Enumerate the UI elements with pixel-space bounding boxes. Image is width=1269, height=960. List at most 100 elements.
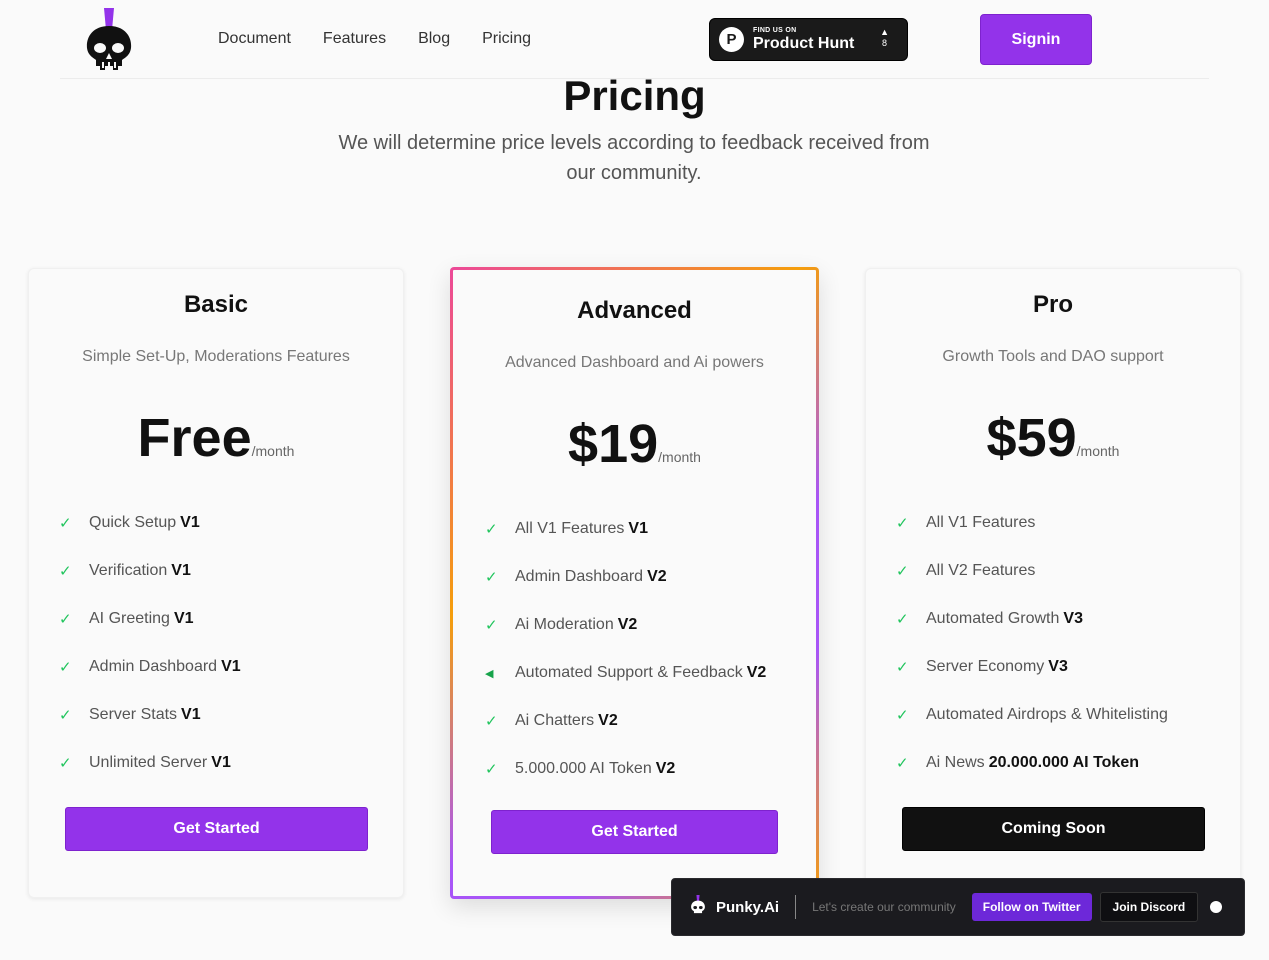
plan-name: Pro bbox=[1032, 291, 1073, 318]
feature-text: Admin Dashboard bbox=[515, 568, 644, 585]
get-started-button[interactable]: Get Started bbox=[65, 807, 368, 851]
nav-document-link[interactable]: Document bbox=[218, 30, 291, 48]
plan-price: $19/month bbox=[453, 413, 816, 475]
feature-item: ✓ Admin Dashboard V1 bbox=[59, 643, 241, 691]
community-bar: Punky.Ai Let's create our community Foll… bbox=[671, 878, 1245, 936]
check-icon: ✓ bbox=[59, 755, 72, 772]
plan-price: Free/month bbox=[29, 407, 403, 469]
feature-item: ◀ Automated Support & Feedback V2 bbox=[485, 649, 766, 697]
check-icon: ✓ bbox=[485, 761, 498, 778]
feature-version: V2 bbox=[617, 616, 638, 633]
community-divider bbox=[795, 895, 797, 919]
feature-text: Ai Chatters bbox=[515, 712, 595, 729]
feature-item: ✓ Admin Dashboard V2 bbox=[485, 553, 766, 601]
feature-text: All V1 Features bbox=[515, 520, 625, 537]
check-icon: ✓ bbox=[485, 713, 498, 730]
producthunt-small-label: FIND US ON bbox=[753, 27, 797, 34]
feature-text: Verification bbox=[89, 562, 168, 579]
feature-item: ✓ Ai Chatters V2 bbox=[485, 697, 766, 745]
feature-text: All V1 Features bbox=[926, 514, 1036, 531]
check-icon: ✓ bbox=[59, 515, 72, 532]
feature-version: V1 bbox=[173, 610, 194, 627]
feature-version: V1 bbox=[171, 562, 191, 579]
producthunt-text: FIND US ON Product Hunt bbox=[753, 27, 854, 52]
punk-skull-logo-icon[interactable] bbox=[84, 8, 134, 72]
check-icon: ✓ bbox=[896, 563, 909, 580]
feature-text: Admin Dashboard bbox=[89, 658, 218, 675]
feature-version: 20.000.000 AI Token bbox=[988, 754, 1139, 771]
feature-version: V3 bbox=[1063, 610, 1083, 627]
feature-text: All V2 Features bbox=[926, 562, 1036, 579]
feature-version: V1 bbox=[181, 706, 201, 723]
feature-text: 5.000.000 AI Token bbox=[515, 760, 652, 777]
check-icon: ✓ bbox=[485, 617, 498, 634]
feature-version: V3 bbox=[1048, 658, 1068, 675]
page-title: Pricing bbox=[563, 72, 706, 119]
check-icon: ✓ bbox=[896, 515, 909, 532]
check-icon: ✓ bbox=[896, 755, 909, 772]
signin-button[interactable]: Signin bbox=[980, 14, 1092, 65]
price-amount: $59 bbox=[986, 408, 1077, 468]
feature-item: ✓ Verification V1 bbox=[59, 547, 241, 595]
plan-description: Simple Set-Up, Moderations Features bbox=[82, 348, 350, 365]
feature-item: ✓ Ai News 20.000.000 AI Token bbox=[896, 739, 1172, 787]
main-nav: Document Features Blog Pricing bbox=[218, 30, 531, 48]
feature-item: ✓ Automated Airdrops & Whitelisting bbox=[896, 691, 1172, 739]
feature-item: ✓ All V2 Features bbox=[896, 547, 1172, 595]
join-discord-button[interactable]: Join Discord bbox=[1099, 892, 1199, 922]
feature-list: ✓ Quick Setup V1 ✓ Verification V1 ✓ AI Greet… bbox=[59, 499, 241, 787]
plan-card-pro: Pro Growth Tools and DAO support $59/mon… bbox=[865, 268, 1241, 898]
check-icon: ✓ bbox=[896, 659, 909, 676]
community-brand: Punky.Ai bbox=[716, 898, 780, 916]
feature-version: V2 bbox=[647, 568, 667, 585]
follow-twitter-button[interactable]: Follow on Twitter bbox=[971, 893, 1092, 921]
price-amount: Free bbox=[137, 408, 252, 468]
plan-name: Basic bbox=[183, 291, 249, 318]
check-icon: ✓ bbox=[59, 659, 72, 676]
check-icon: ✓ bbox=[59, 611, 72, 628]
producthunt-badge[interactable]: P FIND US ON Product Hunt ▲ 8 bbox=[709, 18, 908, 61]
get-started-button[interactable]: Get Started bbox=[491, 810, 778, 854]
feature-item: ✓ Automated Growth V3 bbox=[896, 595, 1172, 643]
feature-text: Ai News bbox=[926, 754, 985, 771]
producthunt-vote-count: 8 bbox=[882, 38, 888, 48]
feature-text: Server Economy bbox=[926, 658, 1045, 675]
plan-description: Advanced Dashboard and Ai powers bbox=[505, 354, 764, 371]
plan-description: Growth Tools and DAO support bbox=[942, 348, 1164, 365]
nav-blog-link[interactable]: Blog bbox=[418, 30, 450, 48]
feature-version: V2 bbox=[746, 664, 767, 681]
site-header: Document Features Blog Pricing P FIND US… bbox=[0, 0, 1269, 80]
close-dot-icon[interactable] bbox=[1210, 901, 1223, 913]
check-icon: ✓ bbox=[896, 611, 909, 628]
coming-soon-button[interactable]: Coming Soon bbox=[902, 807, 1205, 851]
feature-version: V2 bbox=[655, 760, 676, 777]
plan-card-basic: Basic Simple Set-Up, Moderations Feature… bbox=[28, 268, 404, 898]
feature-item: ✓ AI Greeting V1 bbox=[59, 595, 241, 643]
feature-item: ✓ 5.000.000 AI Token V2 bbox=[485, 745, 766, 793]
feature-version: V1 bbox=[628, 520, 648, 537]
feature-text: Quick Setup bbox=[89, 514, 177, 531]
feature-version: V1 bbox=[221, 658, 241, 675]
producthunt-vote: ▲ 8 bbox=[880, 27, 889, 49]
check-icon: ✓ bbox=[896, 707, 909, 724]
check-icon: ✓ bbox=[485, 521, 498, 538]
feature-version: V1 bbox=[211, 754, 231, 771]
check-partial-icon: ◀ bbox=[485, 667, 494, 680]
feature-item: ✓ Unlimited Server V1 bbox=[59, 739, 241, 787]
feature-text: Automated Airdrops & Whitelisting bbox=[926, 706, 1168, 723]
nav-features-link[interactable]: Features bbox=[323, 30, 386, 48]
page-subtitle: We will determine price levels according… bbox=[338, 132, 930, 184]
feature-version: V2 bbox=[598, 712, 618, 729]
feature-text: Ai Moderation bbox=[515, 616, 614, 633]
upvote-arrow-icon: ▲ bbox=[880, 27, 889, 37]
feature-item: ✓ Ai Moderation V2 bbox=[485, 601, 766, 649]
nav-pricing-link[interactable]: Pricing bbox=[482, 30, 531, 48]
feature-item: ✓ Server Stats V1 bbox=[59, 691, 241, 739]
check-icon: ✓ bbox=[59, 707, 72, 724]
feature-text: Unlimited Server bbox=[89, 754, 208, 771]
feature-item: ✓ Server Economy V3 bbox=[896, 643, 1172, 691]
price-unit: /month bbox=[1076, 443, 1120, 459]
feature-item: ✓ Quick Setup V1 bbox=[59, 499, 241, 547]
plan-price: $59/month bbox=[866, 407, 1240, 469]
feature-version: V1 bbox=[180, 514, 200, 531]
